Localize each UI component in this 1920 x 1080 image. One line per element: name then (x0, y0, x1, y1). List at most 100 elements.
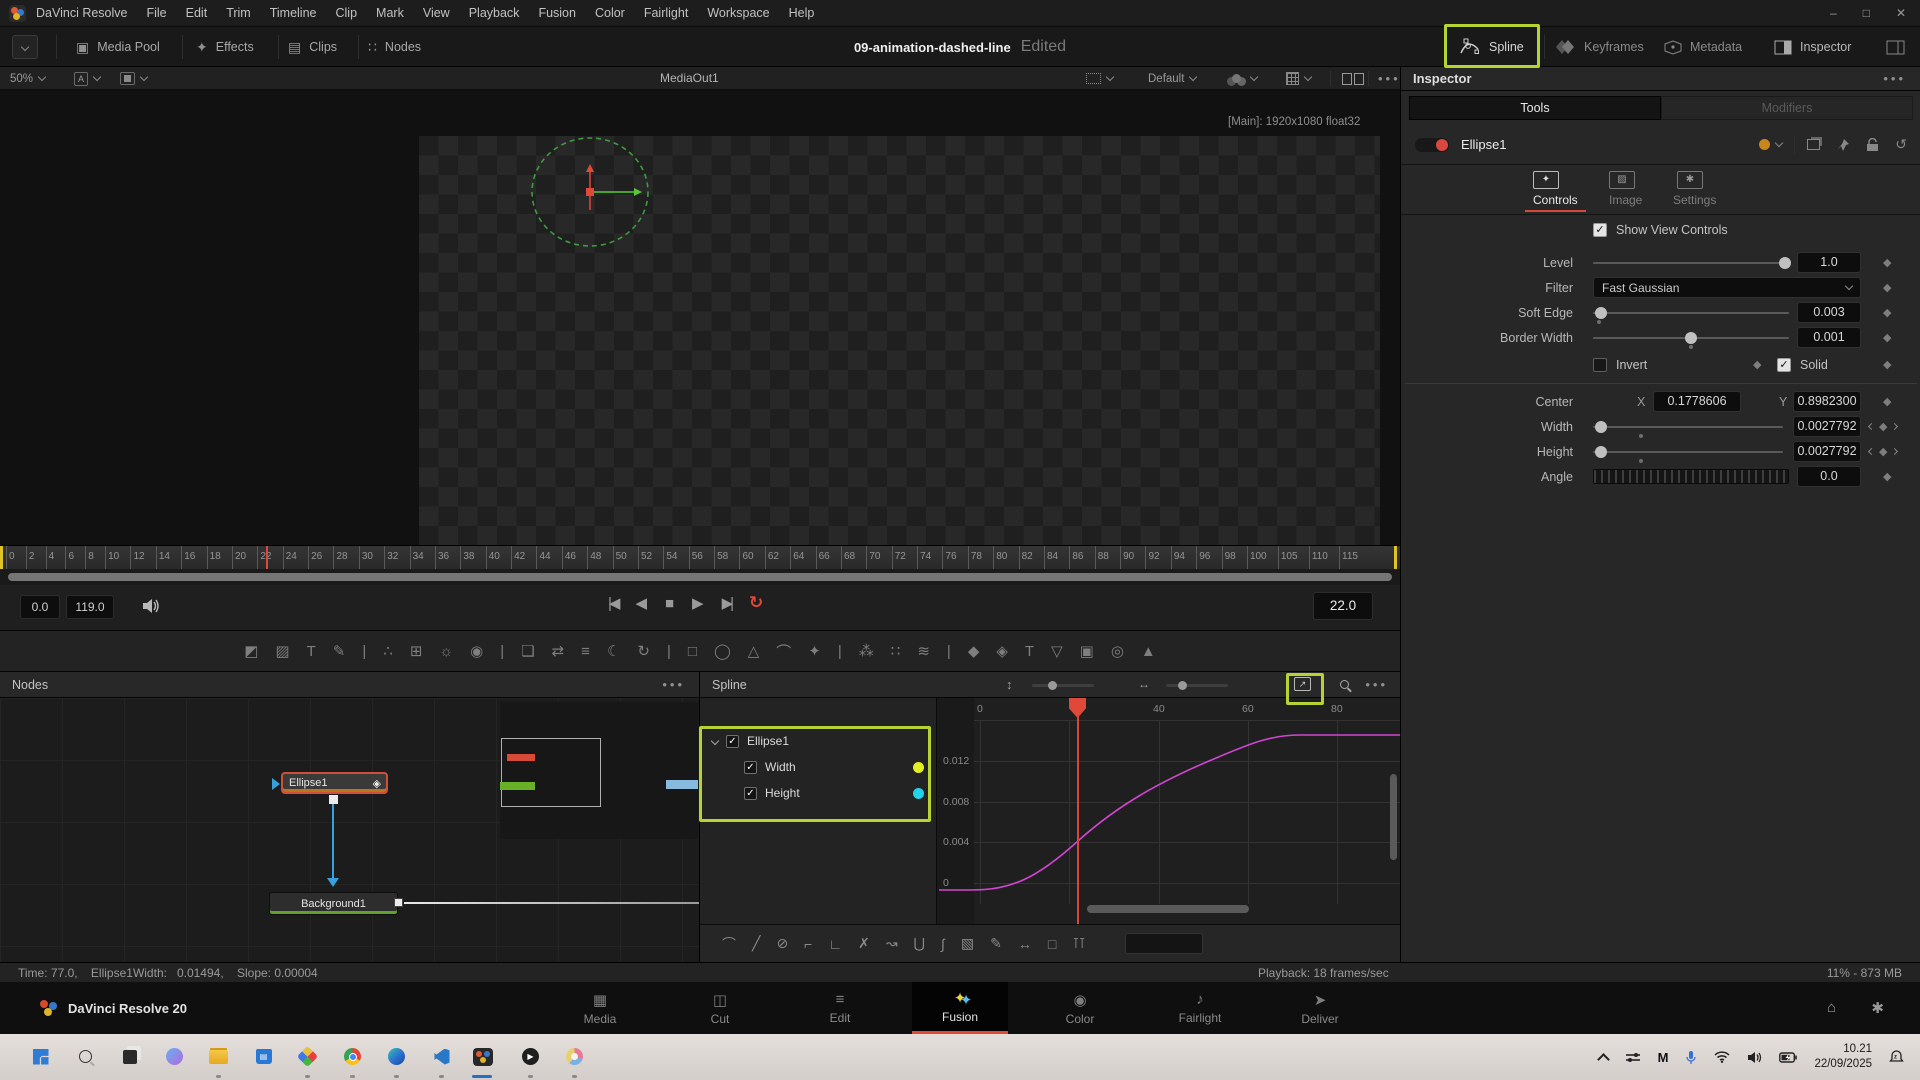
node-tool-icon[interactable]: ↻ (637, 642, 650, 660)
viewer-roi-select[interactable] (1086, 67, 1113, 90)
timeline-ruler[interactable]: 0246810121416182022242628303234363840424… (0, 545, 1400, 569)
node-tool-icon[interactable]: ▲ (1141, 643, 1156, 660)
node-tool-icon[interactable]: ⌒ (776, 641, 791, 662)
show-view-controls-checkbox[interactable]: ✓ (1593, 223, 1607, 237)
reverse-spline-button[interactable]: ↝ (886, 935, 898, 952)
viewer-options-button[interactable] (12, 27, 38, 67)
page-tab-edit[interactable]: ≡Edit (792, 982, 888, 1034)
border-width-keyframe-icon[interactable]: ◆ (1883, 331, 1891, 344)
horizontal-zoom-slider[interactable] (1166, 684, 1228, 687)
ellipse-onscreen-control[interactable] (0, 90, 1400, 545)
project-home-icon[interactable]: ⌂ (1827, 999, 1836, 1016)
viewer-zoom-select[interactable]: 50% (10, 67, 45, 90)
node-tool-icon[interactable]: ∴ (383, 642, 393, 660)
project-settings-gear-icon[interactable]: ✱ (1871, 999, 1884, 1017)
app-menu-title[interactable]: DaVinci Resolve (36, 6, 127, 20)
task-view-icon[interactable] (113, 1040, 146, 1073)
davinci-resolve-icon[interactable] (466, 1040, 499, 1073)
window-maximize-button[interactable]: □ (1863, 6, 1870, 20)
menu-item[interactable]: Timeline (270, 6, 317, 20)
tab-modifiers[interactable]: Modifiers (1661, 96, 1913, 120)
invert-checkbox[interactable] (1593, 358, 1607, 372)
inspector-menu-button[interactable]: ••• (1883, 71, 1906, 86)
window-minimize-button[interactable]: – (1830, 6, 1837, 20)
tree-row-width[interactable]: ✓ Width (744, 760, 924, 774)
node-tool-icon[interactable]: ◉ (470, 642, 483, 660)
current-frame-field[interactable]: 22.0 (1313, 592, 1373, 620)
invert-spline-button[interactable]: ✗ (858, 935, 870, 952)
page-tab-color[interactable]: ◉Color (1032, 982, 1128, 1034)
metadata-button[interactable]: Metadata (1664, 27, 1742, 67)
subtab-controls[interactable]: Controls (1525, 193, 1586, 212)
play-reverse-button[interactable]: ◀ (635, 594, 647, 612)
step-in-button[interactable]: ⌐ (804, 936, 812, 952)
page-tab-fairlight[interactable]: ♪Fairlight (1152, 982, 1248, 1034)
vertical-zoom-slider[interactable] (1032, 684, 1094, 687)
microsoft-store-icon[interactable]: ▤ (247, 1040, 280, 1073)
node-tool-icon[interactable]: ☼ (439, 643, 453, 660)
edge-icon[interactable] (380, 1040, 413, 1073)
node-tool-icon[interactable]: ❏ (521, 642, 534, 660)
node-tool-icon[interactable]: ≋ (917, 642, 930, 660)
menu-item[interactable]: Workspace (707, 6, 769, 20)
copy-settings-icon[interactable] (1807, 139, 1820, 150)
menu-item[interactable]: Trim (226, 6, 251, 20)
flat-key-button[interactable]: ⊘ (776, 935, 788, 952)
graph-horizontal-scrollbar[interactable] (1087, 905, 1249, 913)
center-x-value[interactable]: 0.1778606 (1653, 391, 1741, 412)
center-y-value[interactable]: 0.8982300 (1793, 391, 1861, 412)
width-value[interactable]: 0.0027792 (1793, 416, 1861, 437)
invert-keyframe-icon[interactable]: ◆ (1753, 358, 1761, 371)
viewer-canvas[interactable]: [Main]: 1920x1080 float32 (0, 90, 1400, 545)
angle-thumbwheel[interactable] (1593, 469, 1789, 484)
node-tool-icon[interactable]: ⇄ (552, 642, 565, 660)
tray-mixer-icon[interactable] (1625, 1051, 1641, 1064)
width-keyframe-nav[interactable]: ◆ (1869, 420, 1897, 433)
window-close-button[interactable]: ✕ (1896, 6, 1906, 20)
node-tool-icon[interactable]: ⊞ (410, 642, 423, 660)
soft-edge-value[interactable]: 0.003 (1797, 302, 1861, 323)
range-out-field[interactable]: 119.0 (66, 595, 114, 619)
filter-keyframe-icon[interactable]: ◆ (1883, 281, 1891, 294)
tray-speaker-icon[interactable] (1747, 1051, 1762, 1064)
ellipse1-checkbox[interactable]: ✓ (726, 735, 739, 748)
width-slider[interactable] (1593, 426, 1783, 428)
ellipse1-enable-toggle[interactable] (1415, 138, 1449, 152)
menu-item[interactable]: Edit (186, 6, 208, 20)
solid-keyframe-icon[interactable]: ◆ (1883, 358, 1891, 371)
center-keyframe-icon[interactable]: ◆ (1883, 395, 1891, 408)
dual-viewer-toggle[interactable] (1342, 67, 1364, 90)
tree-row-ellipse1[interactable]: ✓ Ellipse1 (712, 734, 789, 748)
tray-media-app-icon[interactable]: M (1658, 1050, 1669, 1065)
time-stretch-button[interactable]: ↔ (1018, 936, 1032, 952)
render-range-end-marker[interactable] (1394, 546, 1397, 569)
viewer-menu-button[interactable]: ••• (1378, 71, 1401, 86)
stop-button[interactable]: ■ (665, 595, 674, 612)
node-tool-icon[interactable]: ◩ (244, 642, 258, 660)
media-player-icon[interactable]: ▶ (514, 1040, 547, 1073)
go-to-end-button[interactable]: ▶| (722, 594, 731, 612)
width-checkbox[interactable]: ✓ (744, 761, 757, 774)
node-tool-icon[interactable]: | (362, 643, 366, 660)
spline-filter-input[interactable] (1125, 933, 1203, 954)
spline-button[interactable]: Spline (1459, 27, 1524, 67)
tray-chevron-up-icon[interactable] (1597, 1053, 1610, 1066)
range-in-field[interactable]: 0.0 (20, 595, 60, 619)
insert-key-button[interactable]: ✎ (990, 935, 1002, 952)
select-keys-button[interactable]: ▧ (961, 935, 974, 952)
timeline-playhead[interactable] (266, 546, 268, 569)
level-keyframe-icon[interactable]: ◆ (1883, 256, 1891, 269)
chrome-icon[interactable] (336, 1040, 369, 1073)
paint-icon[interactable] (558, 1040, 591, 1073)
node-ellipse1[interactable]: Ellipse1 ◈ (281, 772, 388, 794)
copilot-icon[interactable] (158, 1040, 191, 1073)
menu-item[interactable]: View (423, 6, 450, 20)
node-tool-icon[interactable]: | (500, 643, 504, 660)
subtab-settings[interactable]: Settings (1673, 193, 1716, 207)
node-tool-icon[interactable]: ✎ (333, 642, 346, 660)
node-background1[interactable]: Background1 (269, 892, 398, 915)
width-height-animation-curve[interactable] (937, 698, 1401, 924)
height-checkbox[interactable]: ✓ (744, 787, 757, 800)
menu-item[interactable]: Color (595, 6, 625, 20)
filter-dropdown[interactable]: Fast Gaussian (1593, 277, 1861, 298)
